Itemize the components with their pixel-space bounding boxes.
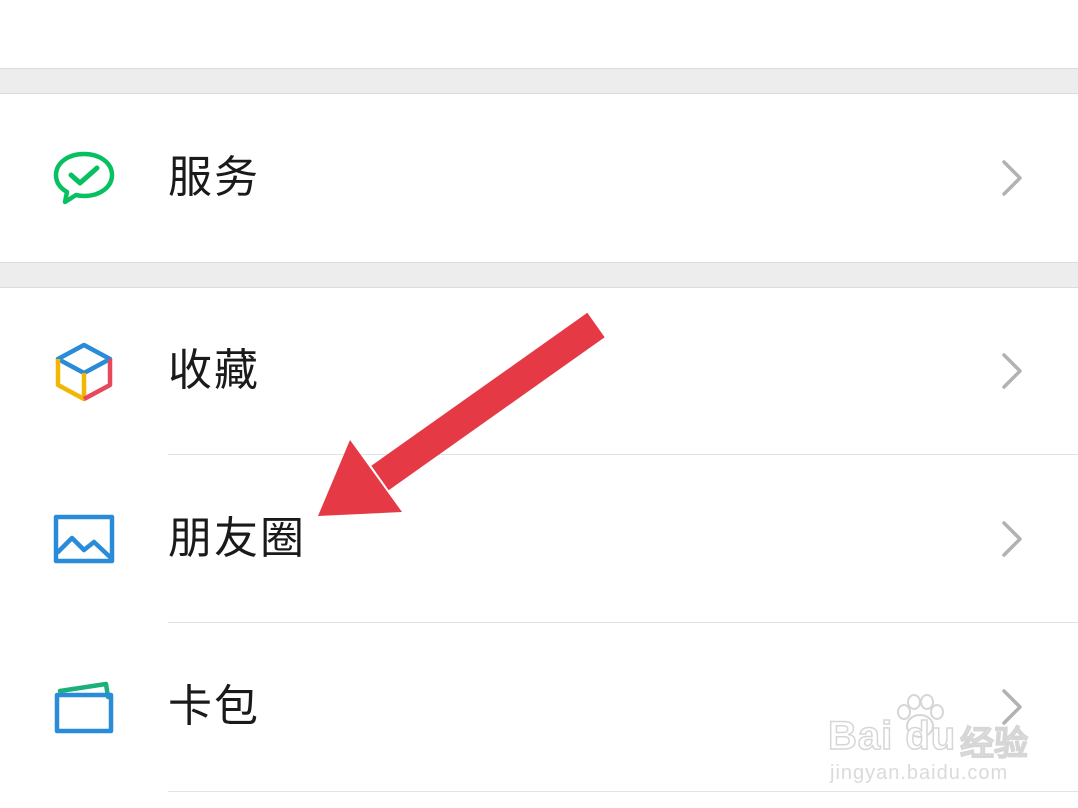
section-separator <box>0 68 1078 94</box>
menu-item-moments[interactable]: 朋友圈 <box>0 455 1078 622</box>
menu-item-label: 收藏 <box>168 345 260 396</box>
watermark-brand: Bai du <box>827 713 957 759</box>
wechat-pay-icon <box>50 144 118 212</box>
watermark-url: jingyan.baidu.com <box>830 762 1009 784</box>
baidu-watermark: Bai du 经验 jingyan.baidu.com <box>827 692 1038 792</box>
card-wallet-icon <box>50 673 118 741</box>
chevron-right-icon <box>1000 158 1024 198</box>
top-area <box>0 0 1078 68</box>
menu-item-label: 卡包 <box>168 681 260 732</box>
section-separator <box>0 262 1078 288</box>
menu-item-label: 朋友圈 <box>168 512 306 564</box>
watermark-brand-cn: 经验 <box>959 723 1028 764</box>
favorites-cube-icon <box>50 337 118 405</box>
chevron-right-icon <box>1000 351 1024 391</box>
chevron-right-icon <box>1000 519 1024 559</box>
menu-item-label: 服务 <box>168 152 260 203</box>
menu-item-services[interactable]: 服务 <box>0 94 1078 262</box>
menu-item-favorites[interactable]: 收藏 <box>0 288 1078 454</box>
moments-picture-icon <box>50 505 118 573</box>
